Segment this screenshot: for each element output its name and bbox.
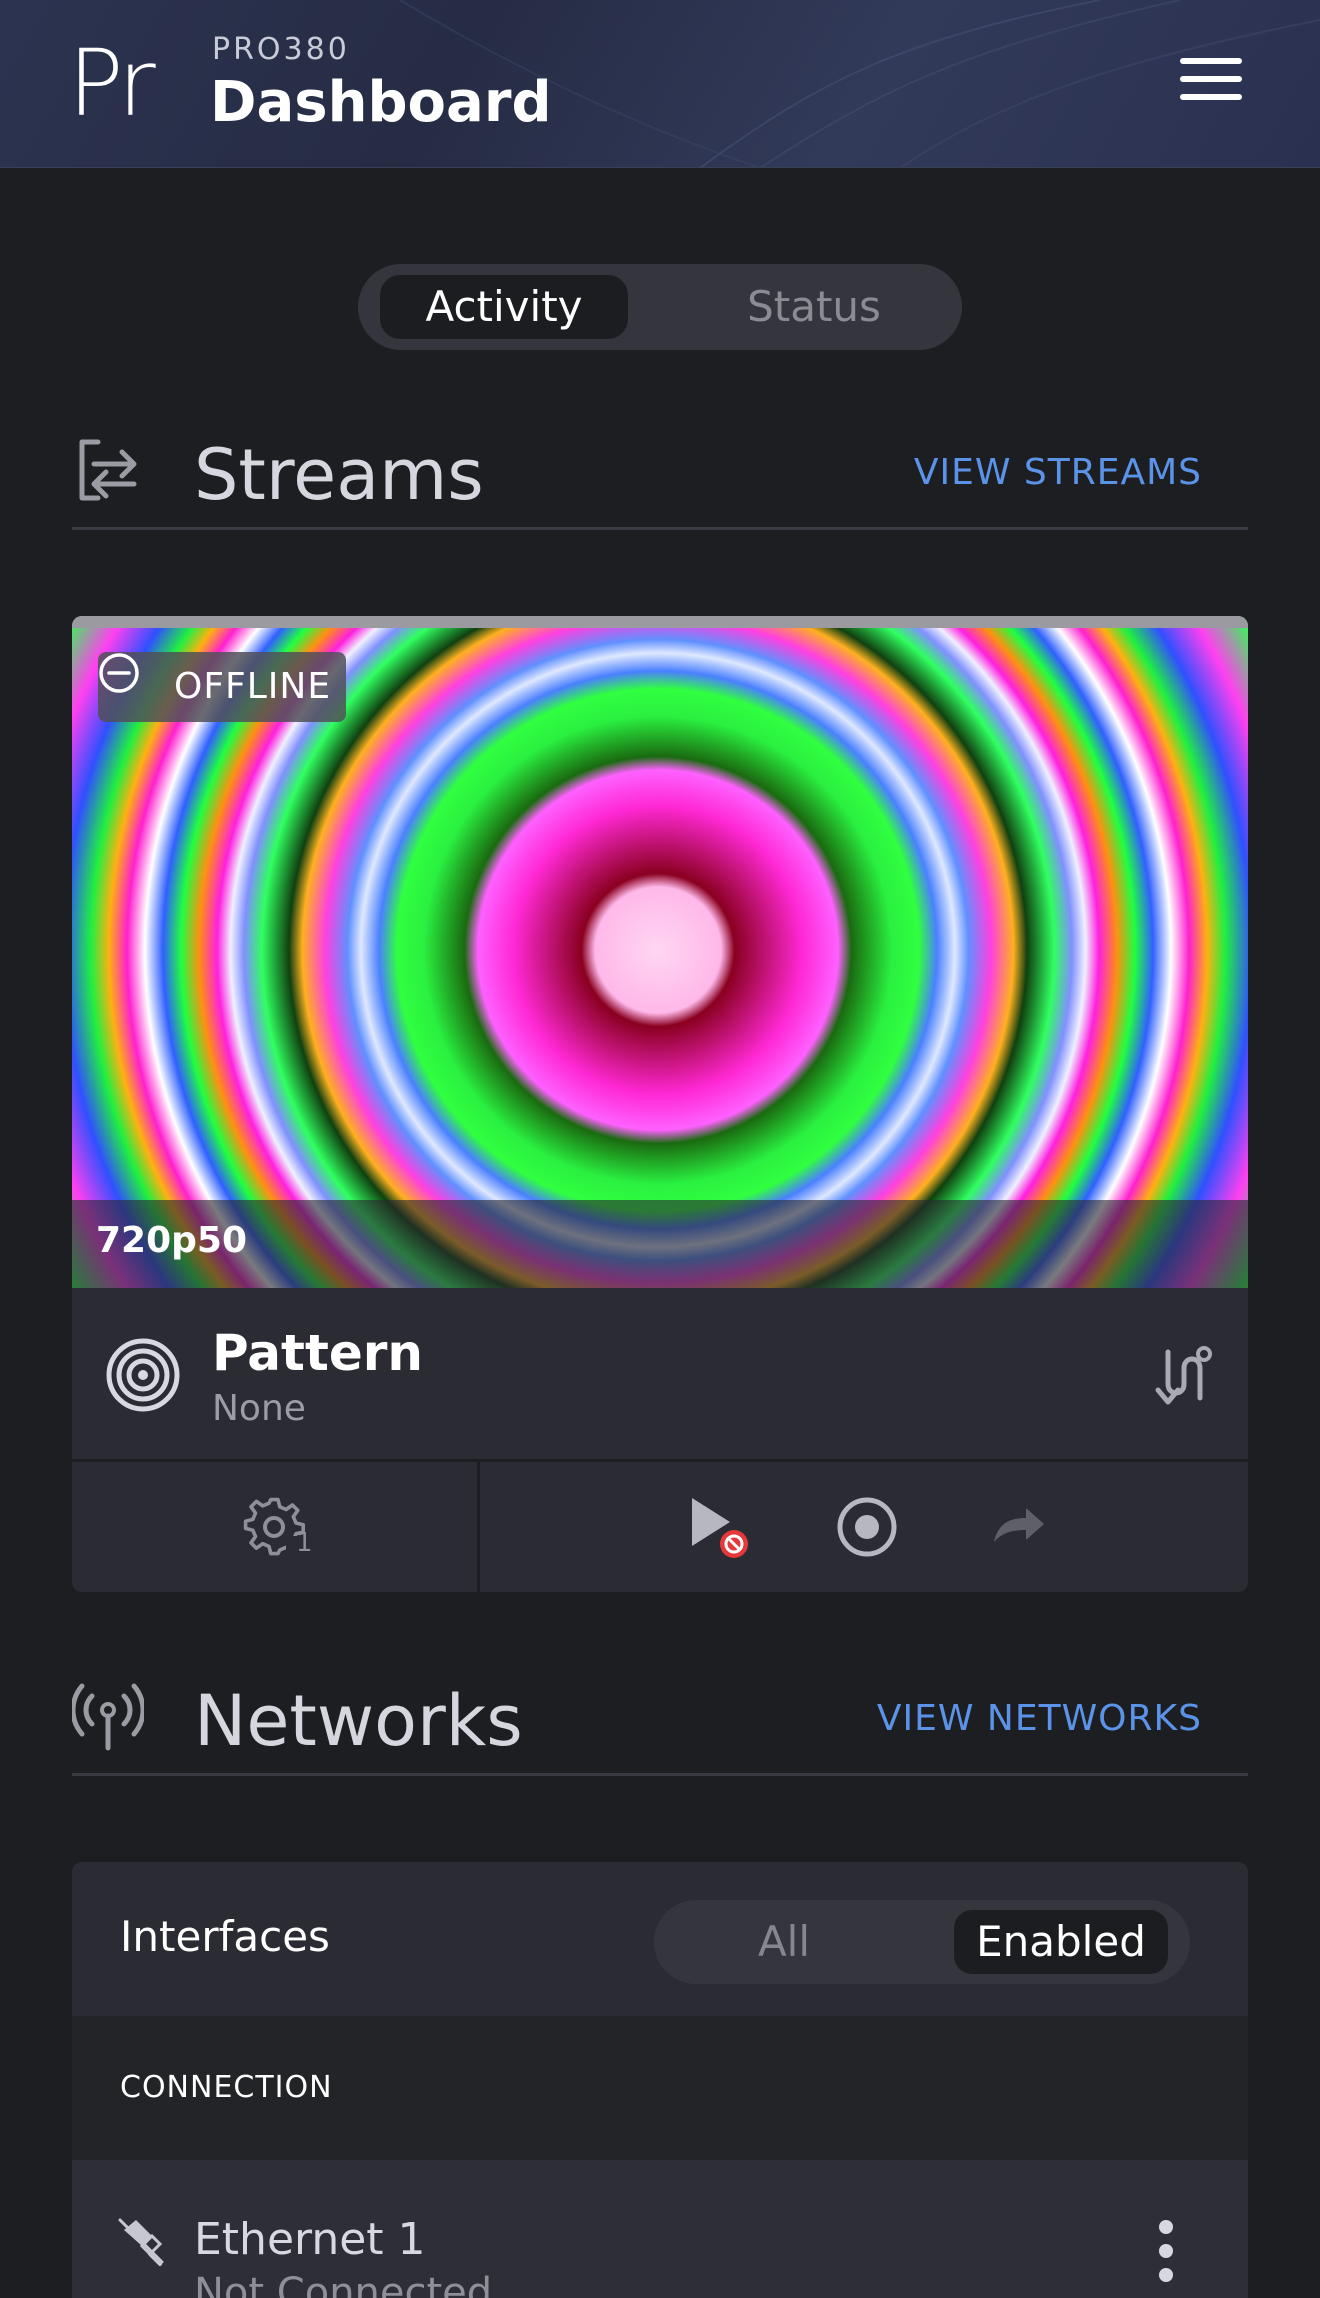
hamburger-menu-icon[interactable] <box>1180 58 1242 108</box>
streams-transfer-icon <box>79 439 137 501</box>
app-logo: Pr <box>68 30 156 137</box>
share-arrow-icon[interactable] <box>990 1502 1048 1550</box>
route-icon[interactable] <box>1154 1346 1214 1408</box>
status-badge: OFFLINE <box>98 652 346 722</box>
view-segmented-control: Activity Status <box>358 264 962 350</box>
more-options-icon[interactable] <box>1156 2220 1176 2290</box>
networks-card: Interfaces All Enabled CONNECTION Ethern… <box>72 1862 1248 2298</box>
stream-settings-cell: 1 <box>72 1462 480 1592</box>
stream-preview[interactable]: OFFLINE 720p50 <box>72 616 1248 1288</box>
settings-count: 1 <box>296 1528 313 1558</box>
tab-activity[interactable]: Activity <box>380 275 628 339</box>
ethernet-unplugged-icon <box>118 2218 164 2266</box>
status-badge-label: OFFLINE <box>174 666 332 707</box>
app-header: Pr PRO380 Dashboard <box>0 0 1320 168</box>
pattern-target-icon <box>106 1338 180 1412</box>
record-icon[interactable] <box>834 1494 900 1560</box>
connection-label: CONNECTION <box>120 2070 333 2105</box>
connection-column-header: CONNECTION <box>72 2016 1248 2160</box>
interfaces-label: Interfaces <box>120 1912 330 1961</box>
antenna-icon <box>72 1683 144 1751</box>
device-name: PRO380 <box>212 32 350 67</box>
stream-action-row: 1 <box>72 1462 1248 1592</box>
interfaces-header: Interfaces All Enabled <box>72 1862 1248 2016</box>
networks-title: Networks <box>194 1680 523 1762</box>
page-title: Dashboard <box>210 70 552 135</box>
offline-minus-icon <box>99 653 139 693</box>
filter-enabled[interactable]: Enabled <box>954 1910 1168 1974</box>
stream-card: OFFLINE 720p50 Pattern None 1 <box>72 616 1248 1592</box>
source-name: Pattern <box>212 1324 424 1382</box>
view-streams-link[interactable]: VIEW STREAMS <box>914 452 1202 493</box>
streams-section-header: Streams VIEW STREAMS <box>72 420 1248 530</box>
stream-source-row[interactable]: Pattern None <box>72 1288 1248 1462</box>
view-networks-link[interactable]: VIEW NETWORKS <box>877 1698 1202 1739</box>
streams-title: Streams <box>194 434 484 516</box>
networks-section-header: Networks VIEW NETWORKS <box>72 1666 1248 1776</box>
header-background-pattern <box>399 0 1320 167</box>
tab-status[interactable]: Status <box>690 275 938 339</box>
source-subtitle: None <box>212 1388 306 1429</box>
resolution-label: 720p50 <box>96 1220 248 1261</box>
resolution-strip: 720p50 <box>72 1200 1248 1288</box>
interface-status: Not Connected <box>194 2270 493 2298</box>
interfaces-filter-toggle: All Enabled <box>654 1900 1190 1984</box>
interface-name: Ethernet 1 <box>194 2214 426 2265</box>
play-disabled-icon[interactable] <box>684 1494 754 1562</box>
filter-all[interactable]: All <box>714 1910 854 1974</box>
list-item[interactable]: Ethernet 1 Not Connected <box>72 2160 1248 2298</box>
